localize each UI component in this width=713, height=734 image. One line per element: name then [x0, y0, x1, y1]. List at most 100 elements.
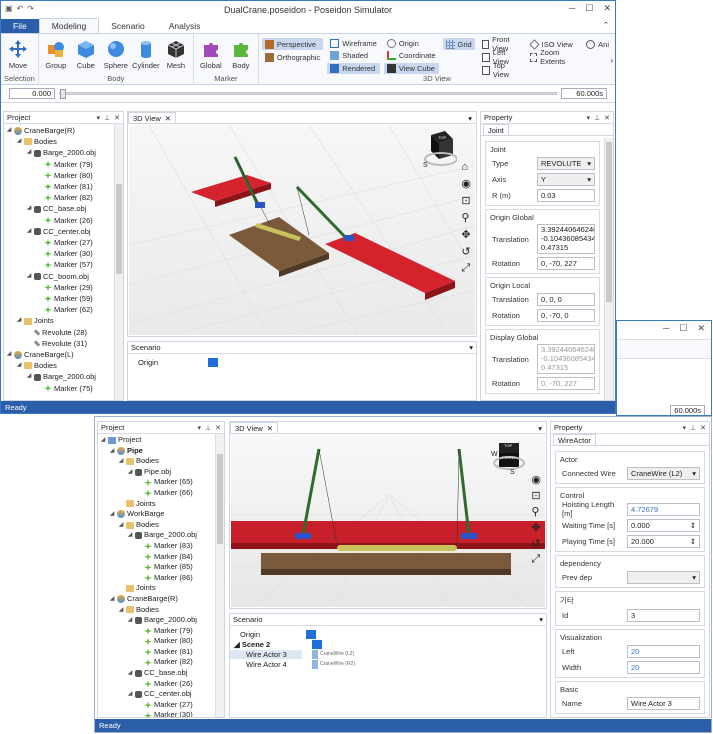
ribbon-scroll-right-icon[interactable]: › — [610, 56, 613, 65]
pin-icon[interactable]: ⊥ — [205, 424, 211, 432]
local-translation-input[interactable]: 0, 0, 0 — [537, 292, 595, 306]
tree-node[interactable]: ◢ Project — [100, 435, 212, 446]
tree-node[interactable]: ◢ CC_boom.obj — [6, 271, 111, 282]
expand-icon[interactable]: ◢ — [118, 520, 124, 531]
tab-modeling[interactable]: Modeling — [38, 18, 100, 33]
axis-select[interactable]: Y ▾ — [537, 172, 595, 186]
expand-icon[interactable]: ◢ — [16, 360, 22, 371]
tree-node[interactable]: ◢ Bodies — [100, 456, 212, 467]
tree-node[interactable]: ◢ CC_base.obj — [100, 668, 212, 679]
tree-node[interactable]: Marker (30) — [6, 248, 111, 259]
project-scrollbar[interactable] — [114, 124, 123, 400]
expand-icon[interactable]: ◢ — [16, 315, 22, 326]
time-slider[interactable] — [59, 89, 557, 99]
tree-node[interactable]: Marker (57) — [6, 259, 111, 270]
tree-node[interactable]: ◢ CraneBarge(R) — [100, 594, 212, 605]
cube-button[interactable]: Cube — [72, 36, 100, 74]
tab-close-icon[interactable]: ✕ — [267, 424, 273, 433]
minimize-icon[interactable]: ─ — [663, 323, 669, 337]
view-cube[interactable]: TOP S — [421, 131, 458, 177]
tab-scenario[interactable]: Scenario — [99, 19, 157, 33]
wireframe-button[interactable]: Wireframe — [327, 38, 380, 49]
undo-icon[interactable]: ↶ — [17, 4, 24, 13]
tree-node[interactable]: Marker (80) — [6, 170, 111, 181]
timeline-block[interactable] — [312, 659, 318, 669]
expand-icon[interactable]: ◢ — [16, 136, 22, 147]
expand-icon[interactable]: ◢ — [127, 467, 133, 478]
timeline-block[interactable] — [208, 357, 218, 367]
expand-icon[interactable]: ◢ — [118, 605, 124, 616]
tree-node[interactable]: Revolute (28) — [6, 327, 111, 338]
tree-node[interactable]: ◢ Barge_2000.obj — [100, 530, 212, 541]
ribbon-collapse-icon[interactable]: ⌃ — [603, 21, 609, 29]
tree-node[interactable]: ◢ Bodies — [100, 520, 212, 531]
scenario-row-wire-3[interactable]: Wire Actor 3 CraneWire (L2) — [230, 649, 546, 659]
expand-icon[interactable]: ◢ — [127, 530, 133, 541]
scroll-thumb[interactable] — [116, 184, 122, 274]
tab-joint[interactable]: Joint — [483, 124, 509, 135]
pane-menu-icon[interactable]: ▾ — [587, 114, 591, 122]
zoom-box-icon[interactable]: ⊡ — [461, 194, 471, 207]
pan-icon[interactable]: ✥ — [461, 228, 471, 241]
orthographic-button[interactable]: Orthographic — [262, 51, 323, 63]
id-input[interactable]: 3 — [627, 608, 700, 622]
expand-icon[interactable]: ◢ — [26, 226, 32, 237]
tree-node[interactable]: Marker (65) — [100, 477, 212, 488]
coordinate-button[interactable]: Coordinate — [384, 50, 439, 61]
tree-node[interactable]: Marker (75) — [6, 383, 111, 394]
expand-icon[interactable]: ◢ — [6, 125, 12, 136]
view-cube-button[interactable]: View Cube — [383, 62, 439, 74]
expand-icon[interactable]: ◢ — [100, 435, 106, 446]
rotation-input[interactable]: 0, -70, 227 — [537, 256, 595, 270]
scroll-thumb[interactable] — [606, 142, 612, 302]
fit-extents-icon[interactable]: ⤢ — [531, 553, 541, 566]
pane-close-icon[interactable]: ✕ — [215, 424, 221, 432]
tree-node[interactable]: ◢ CC_base.obj — [6, 203, 111, 214]
tree-node[interactable]: Revolute (31) — [6, 338, 111, 349]
tab-wireactor[interactable]: WireActor — [553, 434, 596, 445]
pane-close-icon[interactable]: ✕ — [604, 114, 610, 122]
zoom-icon[interactable]: ⚲ — [531, 505, 541, 518]
expand-icon[interactable]: ◢ — [118, 456, 124, 467]
global-marker-button[interactable]: Global — [197, 36, 225, 74]
group-button[interactable]: Group — [42, 36, 70, 74]
zoom-icon[interactable]: ⚲ — [461, 211, 471, 224]
camera-icon[interactable]: ◉ — [461, 177, 471, 190]
shaded-button[interactable]: Shaded — [327, 50, 380, 61]
tab-close-icon[interactable]: ✕ — [165, 114, 171, 123]
pin-icon[interactable]: ⊥ — [104, 114, 110, 122]
tree-node[interactable]: ◢ CraneBarge(R) — [6, 125, 111, 136]
pane-menu-icon[interactable]: ▾ — [683, 424, 687, 432]
pin-icon[interactable]: ⊥ — [594, 114, 600, 122]
tree-node[interactable]: ◢ WorkBarge — [100, 509, 212, 520]
expand-icon[interactable]: ◢ — [127, 615, 133, 626]
pane-menu-icon[interactable]: ▾ — [198, 424, 202, 432]
tree-node[interactable]: Marker (82) — [100, 657, 212, 668]
origin-button[interactable]: Origin — [384, 38, 439, 49]
move-button[interactable]: Move — [4, 36, 32, 74]
type-select[interactable]: REVOLUTE ▾ — [537, 156, 595, 170]
perspective-button[interactable]: Perspective — [261, 38, 324, 50]
timeline-block[interactable] — [306, 629, 316, 639]
pane-close-icon[interactable]: ✕ — [700, 424, 706, 432]
time-slider-thumb[interactable] — [60, 89, 66, 99]
view-cube[interactable]: TOP FRONT W S — [491, 441, 525, 479]
scenario-row-scene[interactable]: ◢ Scene 2 — [230, 639, 546, 649]
tree-node[interactable]: ◢ Barge_2000.obj — [6, 147, 111, 158]
timeline-block[interactable] — [312, 649, 318, 659]
expand-icon[interactable]: ◢ — [26, 147, 32, 158]
rotate-icon[interactable]: ↺ — [461, 245, 471, 258]
scenario-row-origin[interactable]: Origin — [230, 629, 546, 639]
camera-icon[interactable]: ◉ — [531, 473, 541, 486]
rotate-icon[interactable]: ↺ — [531, 537, 541, 550]
local-rotation-input[interactable]: 0, -70, 0 — [537, 308, 595, 322]
tree-node[interactable]: Marker (27) — [6, 237, 111, 248]
rendered-button[interactable]: Rendered — [327, 62, 380, 74]
fit-extents-icon[interactable]: ⤢ — [461, 262, 471, 275]
maximize-icon[interactable]: ☐ — [585, 3, 593, 14]
tree-node[interactable]: Joints — [100, 499, 212, 510]
tree-node[interactable]: Marker (85) — [100, 562, 212, 573]
time-start-input[interactable]: 0.000 — [9, 88, 55, 99]
scenario-row-wire-4[interactable]: Wire Actor 4 CraneWire (R2) — [230, 659, 546, 669]
tree-node[interactable]: Marker (83) — [100, 541, 212, 552]
